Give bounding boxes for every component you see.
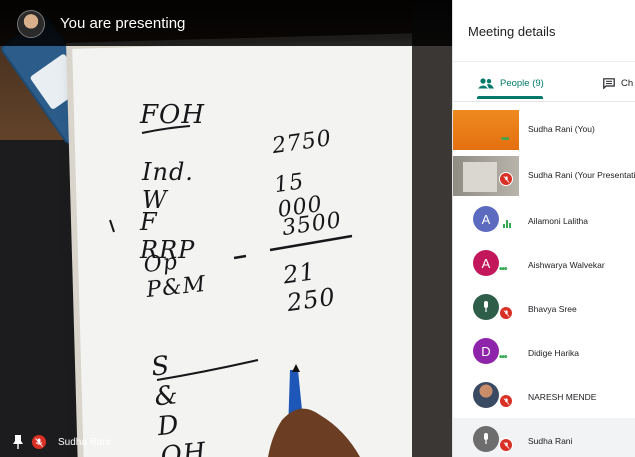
participant-row[interactable]: Sudha Rani (Your Presentati bbox=[453, 154, 635, 198]
more-dots-icon: ••• bbox=[499, 352, 507, 363]
participant-name: Bhavya Sree bbox=[528, 304, 577, 314]
video-participant-name: Sudha Rani bbox=[58, 436, 111, 448]
participant-row[interactable]: A Ailamoni Lalitha bbox=[453, 198, 635, 242]
avatar: A bbox=[473, 206, 499, 232]
people-icon bbox=[478, 77, 494, 88]
pin-icon[interactable] bbox=[12, 435, 24, 449]
participant-row[interactable]: D ••• Didige Harika bbox=[453, 330, 635, 374]
video-name-tag: Sudha Rani bbox=[12, 432, 110, 452]
panel-header: Meeting details bbox=[453, 0, 635, 62]
mic-off-icon bbox=[499, 438, 513, 452]
participant-row[interactable]: A ••• Aishwarya Walvekar bbox=[453, 242, 635, 286]
mic-off-icon bbox=[499, 394, 513, 408]
participant-name: Ailamoni Lalitha bbox=[528, 216, 589, 226]
participant-name: NARESH MENDE bbox=[528, 392, 597, 402]
participant-row[interactable]: ••• Sudha Rani (You) bbox=[453, 110, 635, 154]
whiteboard-strokes bbox=[109, 125, 360, 457]
participant-row[interactable]: NARESH MENDE bbox=[453, 374, 635, 418]
presenting-banner: You are presenting bbox=[0, 0, 452, 46]
mic-off-icon bbox=[499, 306, 513, 320]
chat-icon bbox=[603, 77, 615, 89]
sudha-photo bbox=[473, 426, 499, 452]
tab-people[interactable]: People (9) bbox=[478, 69, 544, 97]
tab-chat-label: Ch bbox=[621, 77, 634, 89]
panel-tabs: People (9) Ch bbox=[453, 62, 635, 102]
panel-title: Meeting details bbox=[468, 24, 556, 39]
meeting-details-panel: Meeting details People (9) Ch ••• Sudha … bbox=[452, 0, 635, 457]
tab-people-label: People (9) bbox=[500, 77, 544, 89]
video-thumbnail bbox=[453, 110, 519, 150]
mic-off-icon bbox=[499, 172, 513, 186]
participant-row[interactable]: Sudha Rani bbox=[453, 418, 635, 457]
avatar: A bbox=[473, 250, 499, 276]
presentation-video[interactable]: FOH Ind. W 2750 F RRP 15 000 Op P&M 3500… bbox=[0, 0, 452, 457]
user-avatar bbox=[17, 10, 45, 38]
participant-name: Sudha Rani (Your Presentati bbox=[528, 170, 635, 180]
speaking-icon bbox=[503, 220, 511, 228]
participant-name: Didige Harika bbox=[528, 348, 580, 358]
mic-off-icon bbox=[32, 435, 46, 449]
participant-name: Sudha Rani (You) bbox=[528, 124, 595, 134]
more-dots-icon: ••• bbox=[501, 134, 509, 145]
bhavya-photo bbox=[473, 294, 499, 320]
participant-row[interactable]: Bhavya Sree bbox=[453, 286, 635, 330]
naresh-photo bbox=[473, 382, 499, 408]
tab-chat[interactable]: Ch bbox=[603, 69, 633, 97]
more-dots-icon: ••• bbox=[499, 264, 507, 275]
active-tab-indicator bbox=[477, 96, 543, 99]
participant-name: Sudha Rani bbox=[528, 436, 573, 446]
presenting-status-text: You are presenting bbox=[60, 15, 186, 32]
avatar: D bbox=[473, 338, 499, 364]
participant-name: Aishwarya Walvekar bbox=[528, 260, 605, 270]
presenter-hand bbox=[268, 408, 360, 457]
